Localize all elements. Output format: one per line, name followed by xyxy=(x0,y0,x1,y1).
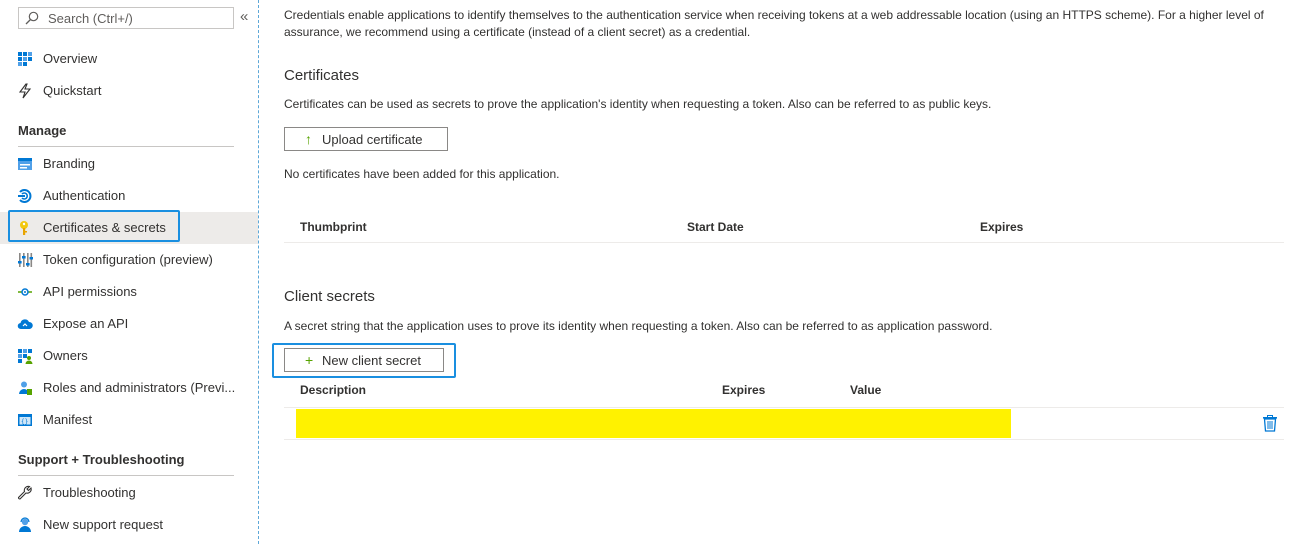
column-header-start-date[interactable]: Start Date xyxy=(687,220,744,234)
manifest-icon: {} xyxy=(18,414,32,426)
column-header-value[interactable]: Value xyxy=(850,383,881,397)
sidebar-item-expose-api[interactable]: Expose an API xyxy=(0,308,258,340)
highlight-box-certificates-secrets xyxy=(8,210,180,242)
sidebar-item-label: Token configuration (preview) xyxy=(43,252,213,267)
sidebar-divider[interactable] xyxy=(258,0,259,544)
api-permissions-icon xyxy=(18,288,32,296)
authentication-icon xyxy=(18,189,32,203)
sidebar-item-api-permissions[interactable]: API permissions xyxy=(0,276,258,308)
column-header-thumbprint[interactable]: Thumbprint xyxy=(300,220,367,234)
owners-icon xyxy=(18,349,33,364)
client-secrets-description: A secret string that the application use… xyxy=(284,319,993,333)
sidebar: Search (Ctrl+/) « Overview Quickstart Ma… xyxy=(0,0,258,544)
sidebar-item-authentication[interactable]: Authentication xyxy=(0,180,258,212)
sidebar-item-label: Quickstart xyxy=(43,83,102,98)
lightning-icon xyxy=(18,83,32,99)
highlight-box-new-client-secret xyxy=(272,343,456,378)
sidebar-item-owners[interactable]: Owners xyxy=(0,340,258,372)
certificates-description: Certificates can be used as secrets to p… xyxy=(284,97,992,111)
overview-grid-icon xyxy=(18,52,32,66)
table-header-divider xyxy=(284,407,1284,408)
svg-text:{}: {} xyxy=(21,419,28,426)
client-secrets-heading: Client secrets xyxy=(284,288,375,305)
sidebar-item-label: Authentication xyxy=(43,188,126,203)
sidebar-item-troubleshooting[interactable]: Troubleshooting xyxy=(0,477,258,509)
sidebar-item-token-configuration[interactable]: Token configuration (preview) xyxy=(0,244,258,276)
collapse-sidebar-icon[interactable]: « xyxy=(240,8,248,25)
sidebar-item-label: Roles and administrators (Previ... xyxy=(43,380,236,395)
token-config-icon xyxy=(18,253,33,267)
support-section-header: Support + Troubleshooting xyxy=(18,452,185,467)
sidebar-item-overview[interactable]: Overview xyxy=(0,43,258,75)
table-header-divider xyxy=(284,242,1284,243)
manage-section-header: Manage xyxy=(18,123,67,138)
sidebar-item-quickstart[interactable]: Quickstart xyxy=(0,75,258,107)
sidebar-item-label: Branding xyxy=(43,156,96,171)
wrench-icon xyxy=(17,485,32,500)
column-header-description[interactable]: Description xyxy=(300,383,366,397)
sidebar-item-new-support-request[interactable]: New support request xyxy=(0,509,258,541)
certificates-heading: Certificates xyxy=(284,67,360,84)
sidebar-item-label: Manifest xyxy=(43,412,93,427)
sidebar-item-label: Owners xyxy=(43,348,88,363)
roles-icon xyxy=(19,381,32,395)
branding-icon xyxy=(18,158,32,170)
sidebar-item-manifest[interactable]: {} Manifest xyxy=(0,404,258,436)
sidebar-item-label: API permissions xyxy=(43,284,137,299)
support-person-icon xyxy=(19,517,31,532)
sidebar-item-label: Expose an API xyxy=(43,316,129,331)
section-divider xyxy=(18,146,234,147)
table-row-divider xyxy=(284,439,1284,440)
column-header-expires[interactable]: Expires xyxy=(980,220,1023,234)
cloud-icon xyxy=(17,319,33,330)
upload-certificate-button[interactable]: ↑ Upload certificate xyxy=(284,127,448,151)
search-icon xyxy=(25,11,39,25)
credentials-intro-text: Credentials enable applications to ident… xyxy=(284,8,1264,39)
section-divider xyxy=(18,475,234,476)
column-header-expires[interactable]: Expires xyxy=(722,383,765,397)
certificates-empty-message: No certificates have been added for this… xyxy=(284,167,560,181)
sidebar-item-label: Overview xyxy=(43,51,98,66)
sidebar-item-roles-administrators[interactable]: Roles and administrators (Previ... xyxy=(0,372,258,404)
redacted-secret-row xyxy=(296,409,1011,438)
delete-icon[interactable] xyxy=(1262,415,1278,432)
upload-arrow-icon: ↑ xyxy=(305,131,312,147)
search-input[interactable]: Search (Ctrl+/) xyxy=(48,11,133,26)
search-box[interactable]: Search (Ctrl+/) xyxy=(18,7,234,29)
sidebar-item-label: New support request xyxy=(43,517,163,532)
sidebar-item-label: Troubleshooting xyxy=(43,485,136,500)
sidebar-item-branding[interactable]: Branding xyxy=(0,148,258,180)
